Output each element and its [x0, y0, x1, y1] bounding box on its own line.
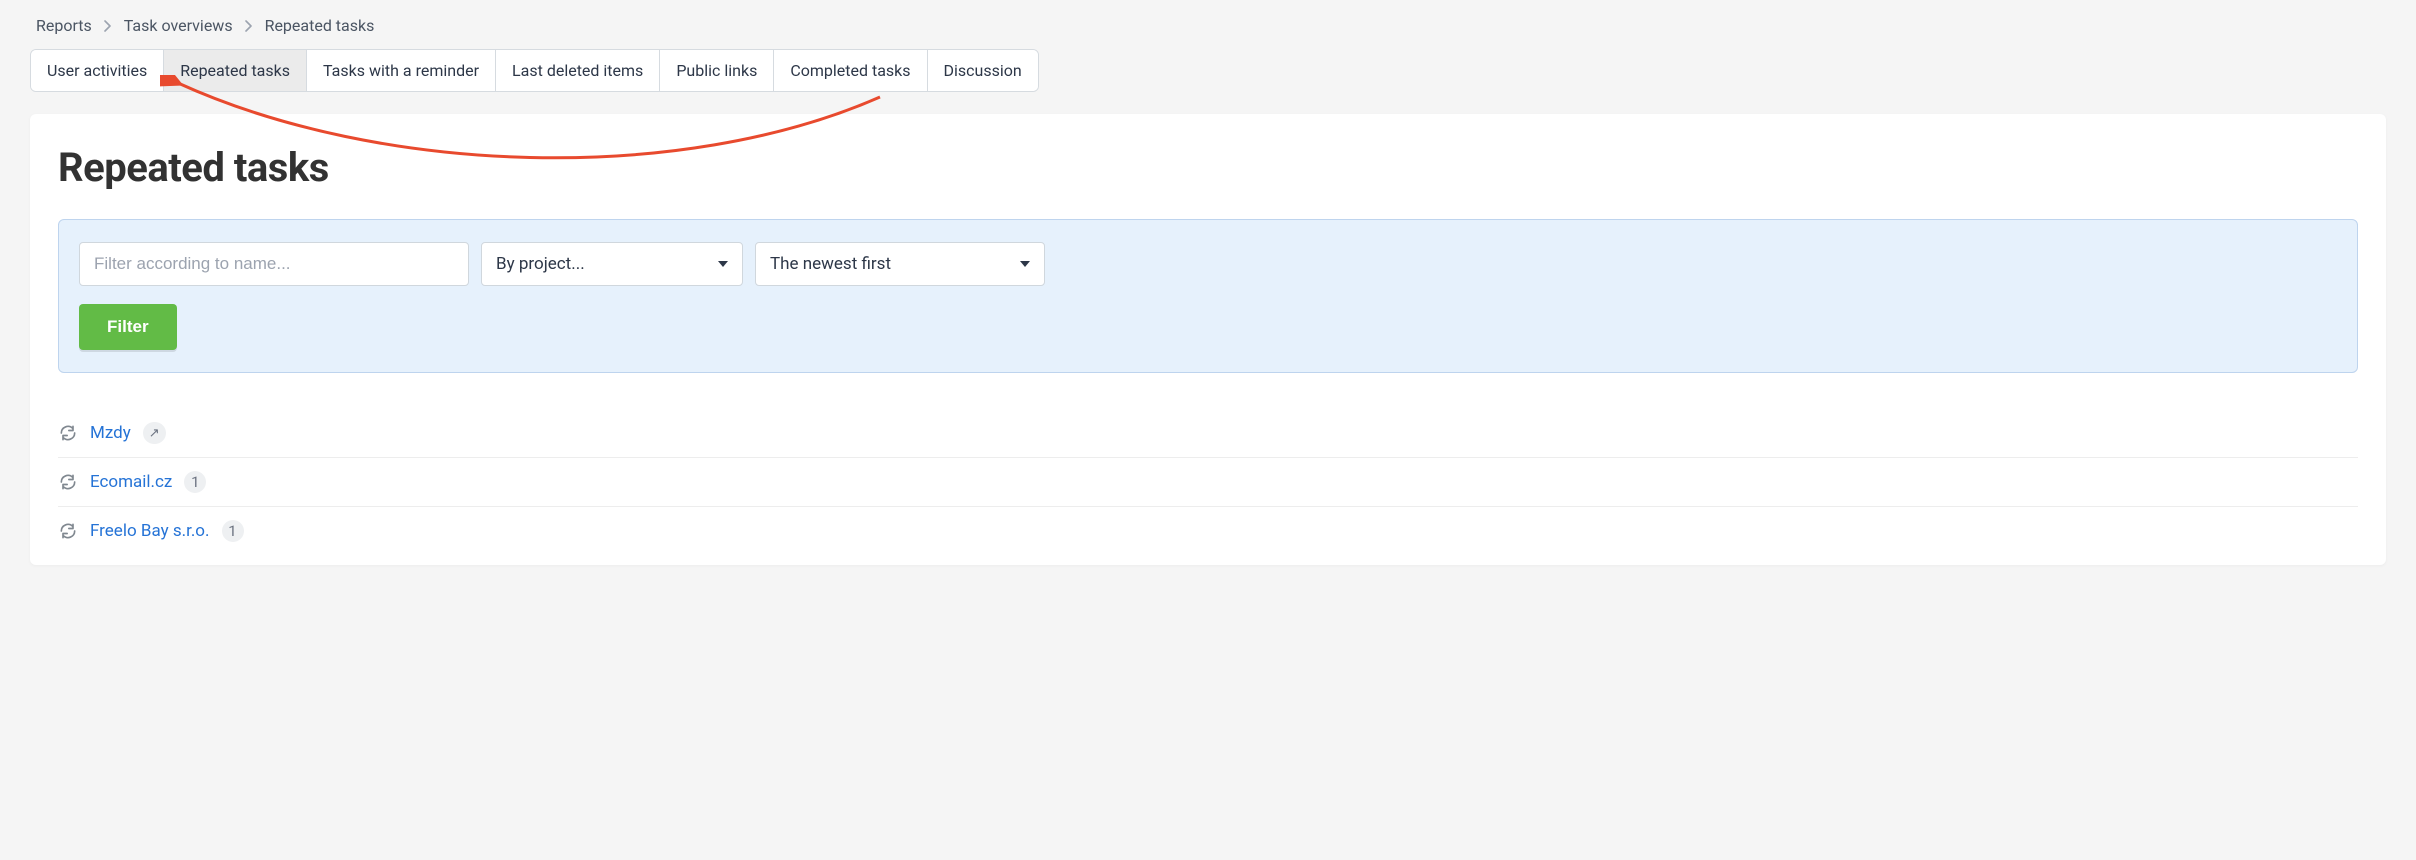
- page-title: Repeated tasks: [58, 144, 2358, 191]
- refresh-icon: [58, 423, 78, 443]
- tab-tasks-with-a-reminder[interactable]: Tasks with a reminder: [307, 50, 496, 91]
- tab-public-links[interactable]: Public links: [660, 50, 774, 91]
- list-item: Mzdy ↗: [58, 409, 2358, 458]
- arrow-up-right-icon: ↗: [149, 426, 160, 441]
- repeated-tasks-list: Mzdy ↗ Ecomail.cz 1 Freelo Bay s.r.o.: [58, 409, 2358, 555]
- count-badge: 1: [184, 471, 206, 493]
- badge-count-value: 1: [191, 473, 199, 491]
- filter-button[interactable]: Filter: [79, 304, 177, 350]
- tabs: User activities Repeated tasks Tasks wit…: [30, 49, 1039, 92]
- tab-user-activities[interactable]: User activities: [31, 50, 164, 91]
- list-item-link-freelo-bay[interactable]: Freelo Bay s.r.o.: [90, 521, 210, 541]
- by-project-select[interactable]: By project...: [481, 242, 743, 286]
- list-item: Ecomail.cz 1: [58, 458, 2358, 507]
- tab-completed-tasks[interactable]: Completed tasks: [774, 50, 927, 91]
- tab-repeated-tasks[interactable]: Repeated tasks: [164, 50, 307, 91]
- tab-last-deleted-items[interactable]: Last deleted items: [496, 50, 660, 91]
- tab-discussion[interactable]: Discussion: [928, 50, 1038, 91]
- breadcrumb-item-repeated-tasks[interactable]: Repeated tasks: [265, 16, 375, 35]
- breadcrumb-item-task-overviews[interactable]: Task overviews: [124, 16, 233, 35]
- list-item-link-mzdy[interactable]: Mzdy: [90, 423, 131, 443]
- caret-down-icon: [718, 261, 728, 267]
- sort-order-select[interactable]: The newest first: [755, 242, 1045, 286]
- breadcrumb: Reports Task overviews Repeated tasks: [30, 10, 2386, 49]
- chevron-right-icon: [104, 20, 112, 32]
- refresh-icon: [58, 472, 78, 492]
- badge-count-value: 1: [228, 522, 236, 540]
- refresh-icon: [58, 521, 78, 541]
- count-badge: 1: [222, 520, 244, 542]
- main-card: Repeated tasks By project... The newest …: [30, 114, 2386, 565]
- filter-panel: By project... The newest first Filter: [58, 219, 2358, 373]
- external-link-badge[interactable]: ↗: [143, 422, 166, 444]
- caret-down-icon: [1020, 261, 1030, 267]
- select-value: By project...: [496, 254, 585, 274]
- breadcrumb-item-reports[interactable]: Reports: [36, 16, 92, 35]
- select-value: The newest first: [770, 254, 891, 274]
- filter-name-input[interactable]: [79, 242, 469, 286]
- list-item-link-ecomail[interactable]: Ecomail.cz: [90, 472, 172, 492]
- chevron-right-icon: [245, 20, 253, 32]
- list-item: Freelo Bay s.r.o. 1: [58, 507, 2358, 555]
